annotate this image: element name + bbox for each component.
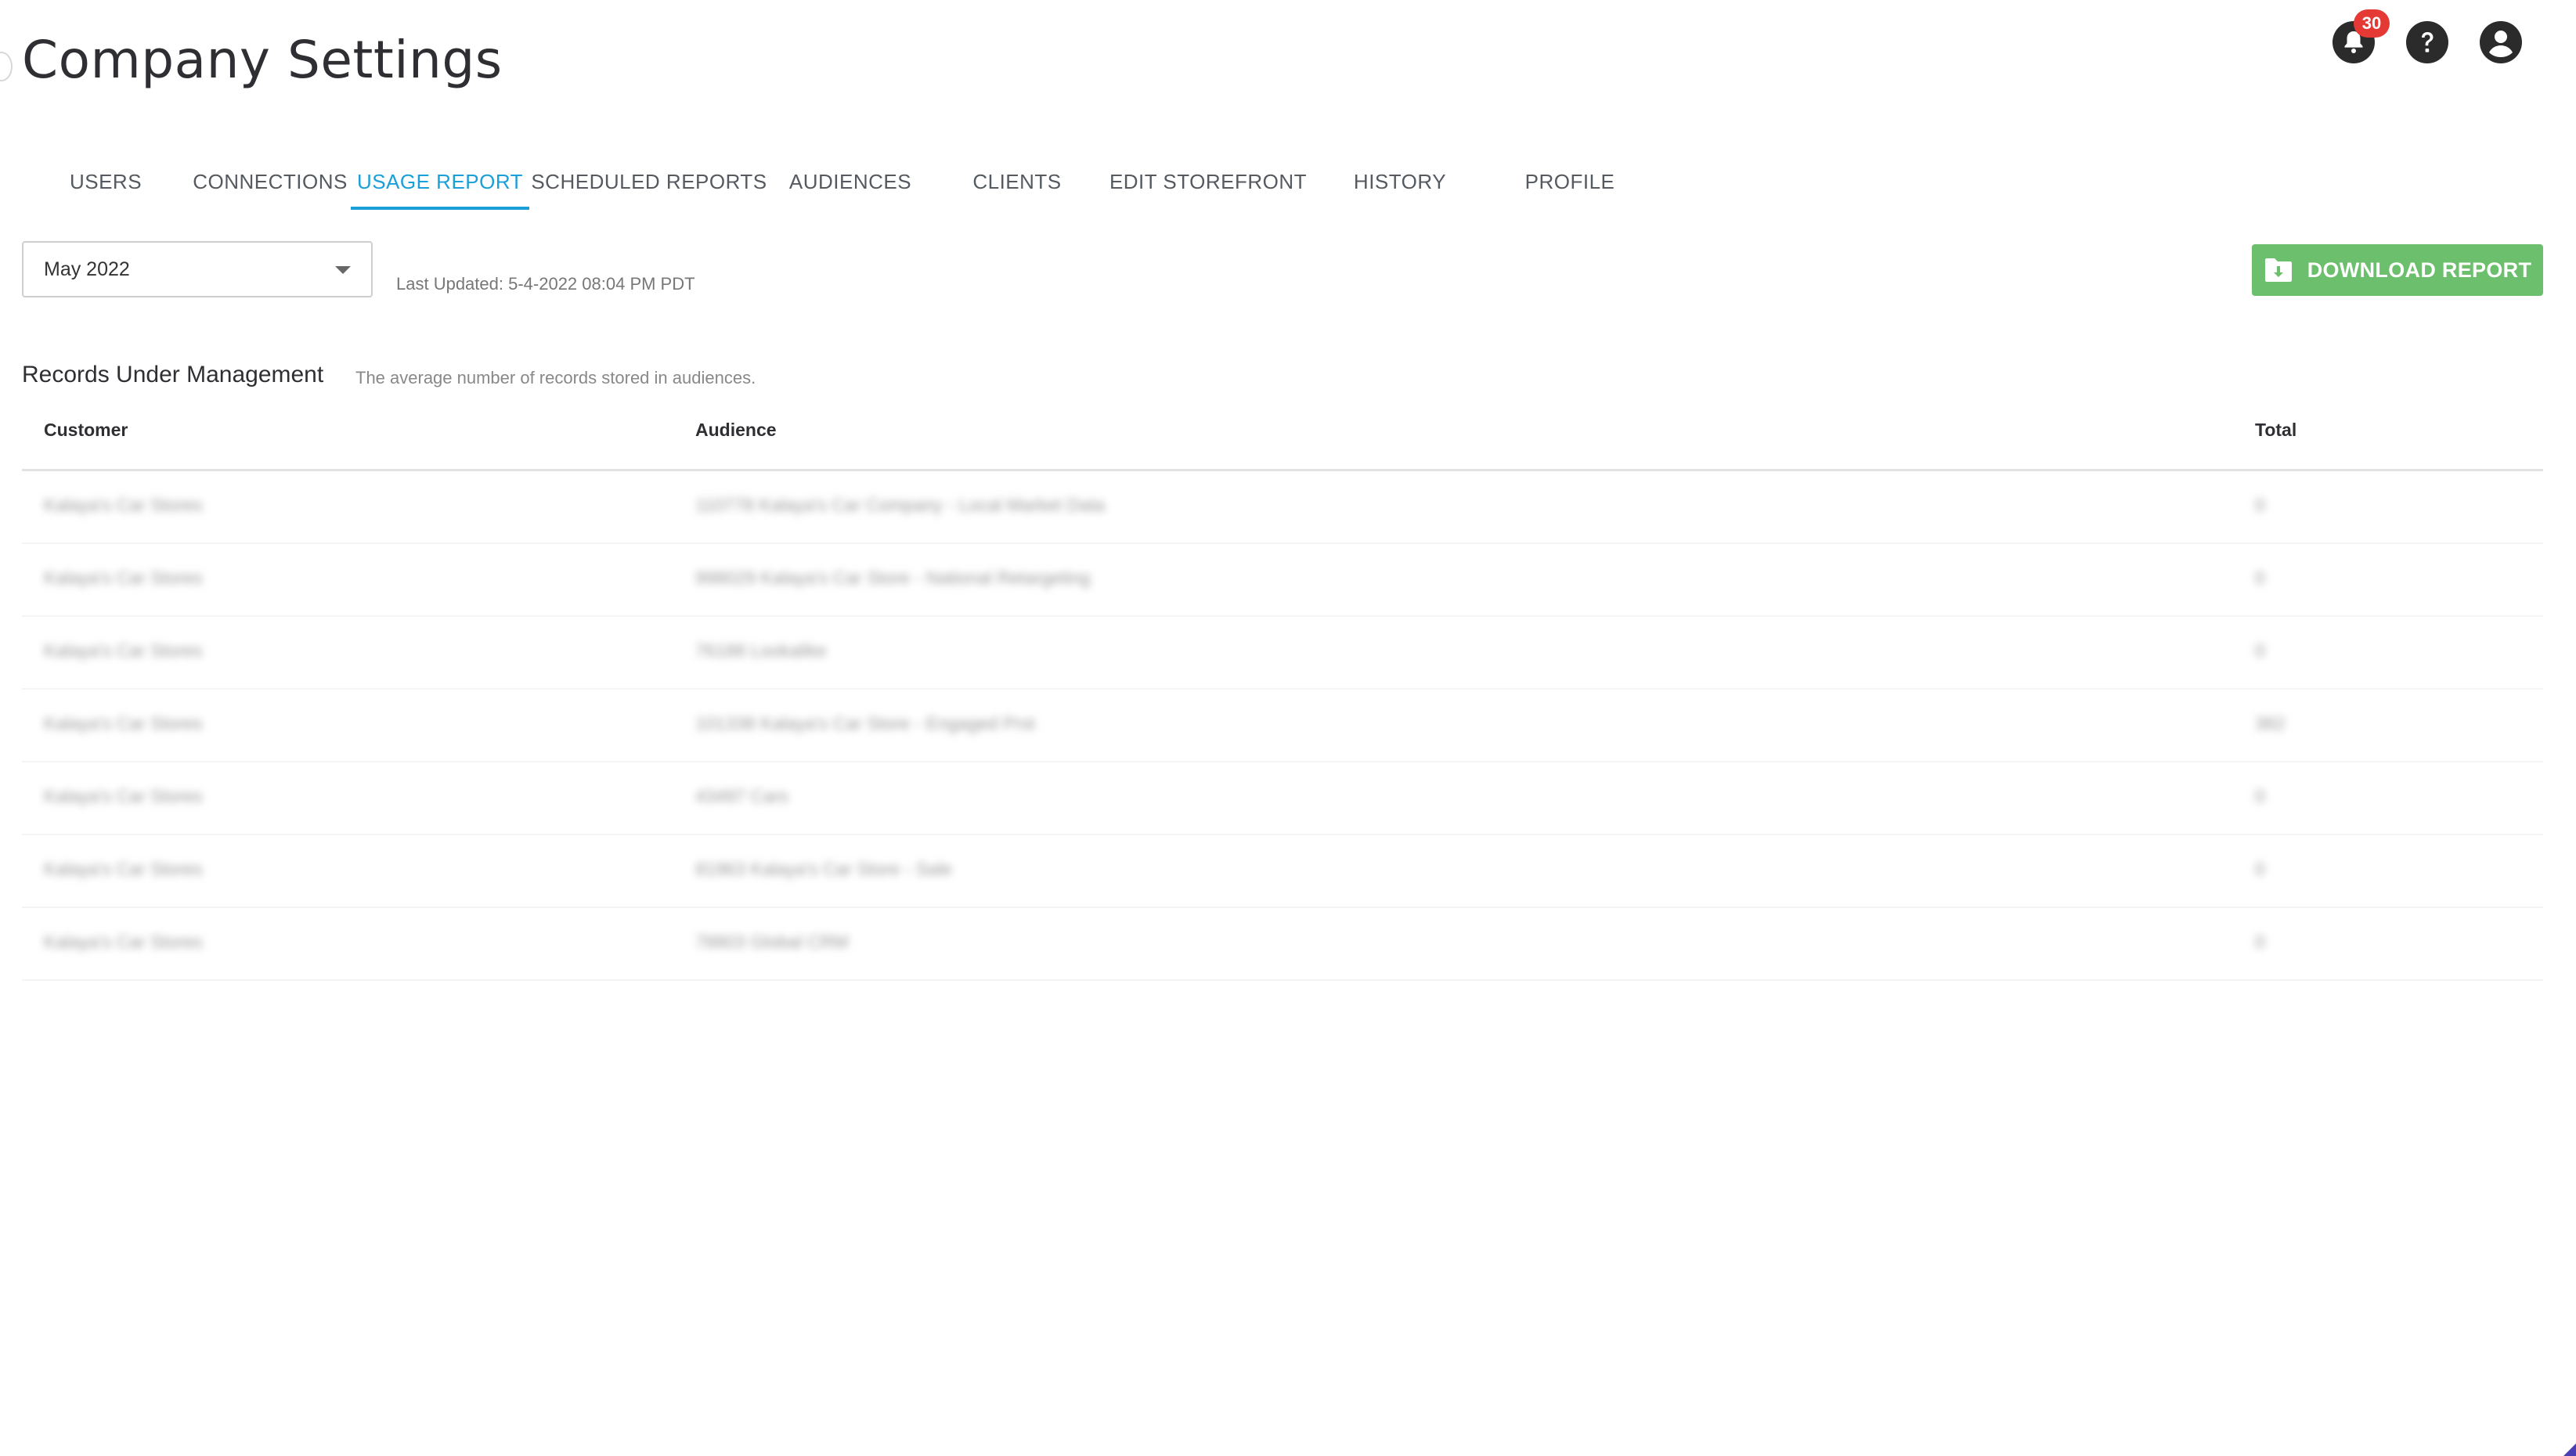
- customer-cell: Kalaya's Car Stores: [44, 495, 203, 515]
- customer-cell: Kalaya's Car Stores: [44, 568, 203, 588]
- table-row: Kalaya's Car Stores 78803 Global CRM 0: [22, 908, 2543, 981]
- audience-cell: 81963 Kalaya's Car Store - Sale: [695, 859, 952, 879]
- tab-users[interactable]: USERS: [22, 157, 189, 210]
- download-report-button[interactable]: DOWNLOAD REPORT: [2252, 244, 2543, 296]
- tab-connections[interactable]: CONNECTIONS: [189, 157, 351, 210]
- folder-download-icon: [2264, 258, 2292, 282]
- audience-cell: 78803 Global CRM: [695, 932, 849, 952]
- row-divider: [2352, 979, 2543, 981]
- customer-cell: Kalaya's Car Stores: [44, 859, 203, 879]
- settings-tabs: USERS CONNECTIONS USAGE REPORT SCHEDULED…: [22, 157, 1654, 210]
- notifications-button[interactable]: 30: [2332, 9, 2390, 64]
- customer-cell: Kalaya's Car Stores: [44, 640, 203, 661]
- help-button[interactable]: [2405, 20, 2449, 64]
- table-row: Kalaya's Car Stores 81963 Kalaya's Car S…: [22, 835, 2543, 908]
- total-cell: 0: [2255, 786, 2265, 806]
- records-table: Customer Audience Total Kalaya's Car Sto…: [22, 407, 2543, 981]
- tab-audiences[interactable]: AUDIENCES: [769, 157, 932, 210]
- tab-usage-report[interactable]: USAGE REPORT: [351, 157, 529, 210]
- tab-profile[interactable]: PROFILE: [1486, 157, 1654, 210]
- side-panel-handle[interactable]: [0, 52, 13, 81]
- month-select[interactable]: May 2022: [22, 241, 373, 297]
- table-row: Kalaya's Car Stores 998029 Kalaya's Car …: [22, 544, 2543, 617]
- caret-down-icon: [335, 266, 351, 274]
- total-cell: 382: [2255, 713, 2286, 733]
- total-cell: 0: [2255, 859, 2265, 879]
- table-row: Kalaya's Car Stores 110778 Kalaya's Car …: [22, 471, 2543, 544]
- download-report-label: DOWNLOAD REPORT: [2307, 258, 2532, 282]
- column-header-total[interactable]: Total: [2255, 420, 2296, 441]
- header-actions: 30: [2332, 9, 2523, 64]
- column-header-audience[interactable]: Audience: [695, 420, 777, 441]
- audience-cell: 101338 Kalaya's Car Store - Engaged Prst: [695, 713, 1035, 733]
- audience-cell: 998029 Kalaya's Car Store - National Ret…: [695, 568, 1091, 588]
- window-corner-decoration: [2563, 1443, 2576, 1456]
- total-cell: 0: [2255, 932, 2265, 952]
- customer-cell: Kalaya's Car Stores: [44, 932, 203, 952]
- notification-count-badge: 30: [2354, 9, 2390, 38]
- table-row: Kalaya's Car Stores 43497 Cars 0: [22, 762, 2543, 835]
- table-header: Customer Audience Total: [22, 407, 2543, 471]
- audience-cell: 76188 Lookalike: [695, 640, 827, 661]
- total-cell: 0: [2255, 495, 2265, 515]
- tab-history[interactable]: HISTORY: [1314, 157, 1486, 210]
- tab-clients[interactable]: CLIENTS: [932, 157, 1102, 210]
- customer-cell: Kalaya's Car Stores: [44, 786, 203, 806]
- tab-scheduled-reports[interactable]: SCHEDULED REPORTS: [529, 157, 769, 210]
- month-select-value: May 2022: [44, 258, 130, 280]
- company-settings-page: Company Settings 30 USERS CONNECTIONS US…: [0, 0, 2576, 1456]
- audience-cell: 43497 Cars: [695, 786, 788, 806]
- audience-cell: 110778 Kalaya's Car Company - Local Mark…: [695, 495, 1106, 515]
- total-cell: 0: [2255, 568, 2265, 588]
- account-button[interactable]: [2479, 20, 2523, 64]
- tab-edit-storefront[interactable]: EDIT STOREFRONT: [1102, 157, 1314, 210]
- column-header-customer[interactable]: Customer: [44, 420, 128, 441]
- account-icon: [2480, 21, 2522, 63]
- page-title: Company Settings: [22, 30, 503, 90]
- help-icon: [2406, 21, 2448, 63]
- section-subtitle: The average number of records stored in …: [355, 368, 756, 387]
- customer-cell: Kalaya's Car Stores: [44, 713, 203, 733]
- total-cell: 0: [2255, 640, 2265, 661]
- table-row: Kalaya's Car Stores 101338 Kalaya's Car …: [22, 690, 2543, 762]
- section-title: Records Under Management: [22, 362, 324, 387]
- last-updated-text: Last Updated: 5-4-2022 08:04 PM PDT: [396, 274, 695, 294]
- table-row: Kalaya's Car Stores 76188 Lookalike 0: [22, 617, 2543, 690]
